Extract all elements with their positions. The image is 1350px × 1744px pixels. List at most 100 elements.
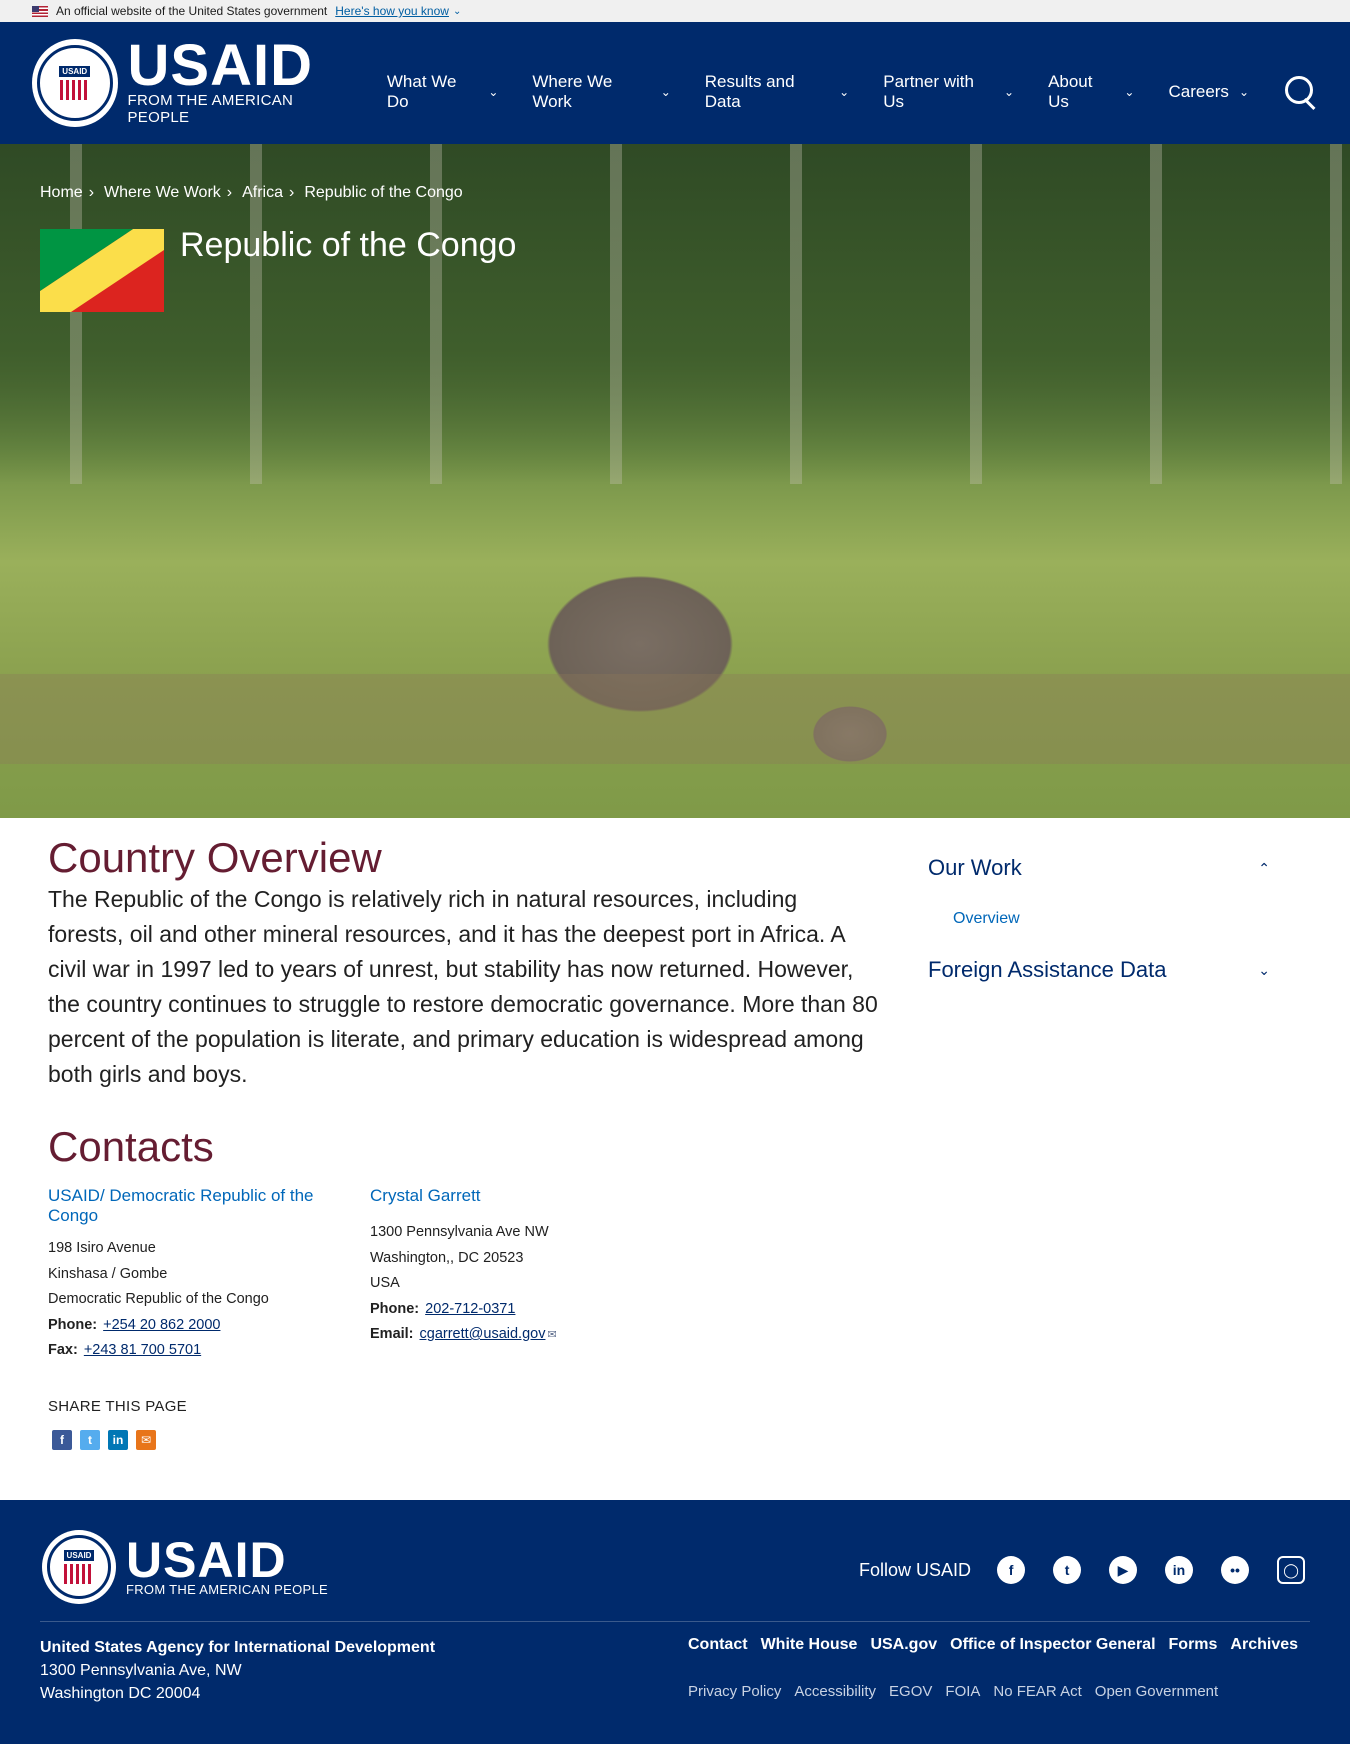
wordmark: USAID FROM THE AMERICAN PEOPLE — [127, 33, 353, 127]
agency-info: United States Agency for International D… — [40, 1636, 435, 1705]
phone-link[interactable]: 202-712-0371 — [425, 1301, 515, 1317]
usaid-logo[interactable]: USAID USAID FROM THE AMERICAN PEOPLE — [32, 33, 353, 127]
our-work-label: Our Work — [928, 855, 1022, 880]
share-icons: f t in ✉ — [52, 1430, 164, 1450]
nav-careers[interactable]: Careers ⌄ — [1168, 72, 1249, 112]
foreign-assistance-toggle[interactable]: Foreign Assistance Data ⌄ — [928, 950, 1278, 990]
nav-where-we-work[interactable]: Where We Work ⌄ — [532, 72, 670, 112]
country-overview-heading: Country Overview — [48, 834, 382, 881]
flickr-icon[interactable]: •• — [1221, 1556, 1250, 1584]
foreign-assistance-label: Foreign Assistance Data — [928, 957, 1167, 982]
fax-link[interactable]: +243 81 700 5701 — [84, 1342, 201, 1358]
usaid-seal: USAID — [42, 1530, 116, 1604]
linkedin-icon[interactable]: in — [108, 1430, 128, 1450]
footer-primary-links: Contact White House USA.gov Office of In… — [688, 1636, 1311, 1654]
logo-text: USAID — [127, 33, 313, 98]
footer-logo[interactable]: USAID USAID FROM THE AMERICAN PEOPLE — [42, 1530, 328, 1604]
chevron-down-icon[interactable]: ⌄ — [453, 6, 461, 17]
nav-label: What We Do — [386, 72, 457, 111]
linkedin-icon[interactable]: in — [1165, 1556, 1194, 1584]
wordmark: USAID FROM THE AMERICAN PEOPLE — [126, 1531, 328, 1597]
search-icon[interactable] — [1283, 74, 1318, 110]
contact-card: Crystal Garrett 1300 Pennsylvania Ave NW… — [370, 1186, 630, 1349]
fax-label: Fax: — [48, 1342, 78, 1358]
country-overview-text: The Republic of the Congo is relatively … — [48, 886, 878, 1087]
contact-address-line: 1300 Pennsylvania Ave NW — [370, 1224, 549, 1240]
follow-label: Follow USAID — [859, 1559, 972, 1580]
contact-address-line: Kinshasa / Gombe — [48, 1265, 168, 1282]
footer-link-contact[interactable]: Contact — [688, 1636, 748, 1654]
logo-subtext: FROM THE AMERICAN PEOPLE — [126, 1581, 328, 1597]
nav-results-and-data[interactable]: Results and Data ⌄ — [705, 72, 849, 112]
contact-phone: Phone: +254 20 862 2000 — [48, 1313, 318, 1339]
youtube-icon[interactable]: ▶ — [1109, 1556, 1138, 1584]
gov-banner: An official website of the United States… — [0, 0, 1350, 22]
footer-secondary-links: Privacy Policy Accessibility EGOV FOIA N… — [688, 1683, 1231, 1700]
breadcrumb-where-we-work[interactable]: Where We Work — [104, 184, 221, 202]
hero-image-mud — [0, 674, 1350, 764]
phone-label: Phone: — [48, 1316, 98, 1333]
facebook-icon[interactable]: f — [997, 1556, 1026, 1584]
nav-label: Where We Work — [532, 72, 613, 111]
logo-text: USAID — [126, 1531, 287, 1588]
phone-link[interactable]: +254 20 862 2000 — [103, 1317, 220, 1333]
contact-name-link[interactable]: USAID/ Democratic Republic of the Congo — [48, 1186, 318, 1226]
email-link[interactable]: cgarrett@usaid.gov — [420, 1326, 546, 1342]
agency-address-line: Washington DC 20004 — [40, 1685, 201, 1702]
footer-divider — [40, 1621, 1310, 1622]
breadcrumb-home[interactable]: Home — [40, 184, 83, 202]
breadcrumb-africa[interactable]: Africa — [242, 184, 283, 202]
our-work-toggle[interactable]: Our Work ⌃ — [928, 848, 1278, 888]
nav-label: Careers — [1168, 82, 1229, 101]
instagram-icon[interactable]: ◯ — [1277, 1556, 1306, 1584]
heres-how-you-know-link[interactable]: Here's how you know — [335, 4, 449, 18]
social-links: f t ▶ in •• ◯ — [997, 1556, 1333, 1584]
footer-link-white-house[interactable]: White House — [761, 1636, 858, 1654]
facebook-icon[interactable]: f — [52, 1430, 72, 1450]
footer-link-oig[interactable]: Office of Inspector General — [950, 1636, 1155, 1654]
chevron-down-icon: ⌄ — [1004, 85, 1015, 99]
twitter-icon[interactable]: t — [1053, 1556, 1082, 1584]
footer-link-no-fear[interactable]: No FEAR Act — [993, 1683, 1081, 1700]
contact-name-link[interactable]: Crystal Garrett — [370, 1186, 630, 1206]
chevron-right-icon: › — [226, 184, 233, 201]
footer-link-forms[interactable]: Forms — [1169, 1636, 1218, 1654]
breadcrumb-current: Republic of the Congo — [304, 184, 463, 201]
contact-address-line: Washington,, DC 20523 — [370, 1249, 524, 1266]
twitter-icon[interactable]: t — [80, 1430, 100, 1450]
chevron-down-icon: ⌄ — [660, 85, 671, 99]
chevron-down-icon: ⌄ — [488, 85, 499, 99]
site-footer: USAID USAID FROM THE AMERICAN PEOPLE Fol… — [0, 1500, 1350, 1744]
phone-label: Phone: — [370, 1300, 420, 1317]
share-this-page-label: SHARE THIS PAGE — [48, 1398, 187, 1415]
usaid-seal: USAID — [32, 39, 118, 127]
chevron-down-icon: ⌄ — [1258, 961, 1270, 978]
email-icon[interactable]: ✉ — [136, 1430, 156, 1450]
contact-card: USAID/ Democratic Republic of the Congo … — [48, 1186, 318, 1364]
seal-label: USAID — [59, 66, 91, 77]
footer-link-open-government[interactable]: Open Government — [1095, 1683, 1218, 1700]
nav-label: About Us — [1048, 72, 1093, 111]
footer-link-archives[interactable]: Archives — [1230, 1636, 1298, 1654]
hero-banner: Home › Where We Work › Africa › Republic of… — [0, 144, 1350, 818]
contact-phone: Phone: 202-712-0371 — [370, 1297, 630, 1323]
footer-link-egov[interactable]: EGOV — [889, 1683, 932, 1700]
footer-link-accessibility[interactable]: Accessibility — [794, 1683, 876, 1700]
nav-what-we-do[interactable]: What We Do ⌄ — [387, 72, 499, 112]
chevron-up-icon: ⌃ — [1258, 859, 1270, 876]
gov-banner-text: An official website of the United States… — [56, 4, 328, 18]
site-header: USAID USAID FROM THE AMERICAN PEOPLE Wha… — [0, 22, 1350, 144]
agency-name: United States Agency for International D… — [40, 1639, 436, 1656]
nav-label: Results and Data — [704, 72, 795, 111]
footer-link-foia[interactable]: FOIA — [945, 1683, 980, 1700]
nav-partner-with-us[interactable]: Partner with Us ⌄ — [883, 72, 1014, 112]
overview-link[interactable]: Overview — [953, 910, 1278, 928]
chevron-down-icon: ⌄ — [839, 85, 850, 99]
sidebar: Our Work ⌃ Overview Foreign Assistance D… — [928, 848, 1278, 990]
chevron-down-icon: ⌄ — [1124, 85, 1135, 99]
chevron-down-icon: ⌄ — [1238, 85, 1249, 99]
nav-about-us[interactable]: About Us ⌄ — [1048, 72, 1134, 112]
chevron-right-icon: › — [88, 184, 95, 201]
footer-link-privacy[interactable]: Privacy Policy — [688, 1683, 781, 1700]
footer-link-usa-gov[interactable]: USA.gov — [870, 1636, 937, 1654]
